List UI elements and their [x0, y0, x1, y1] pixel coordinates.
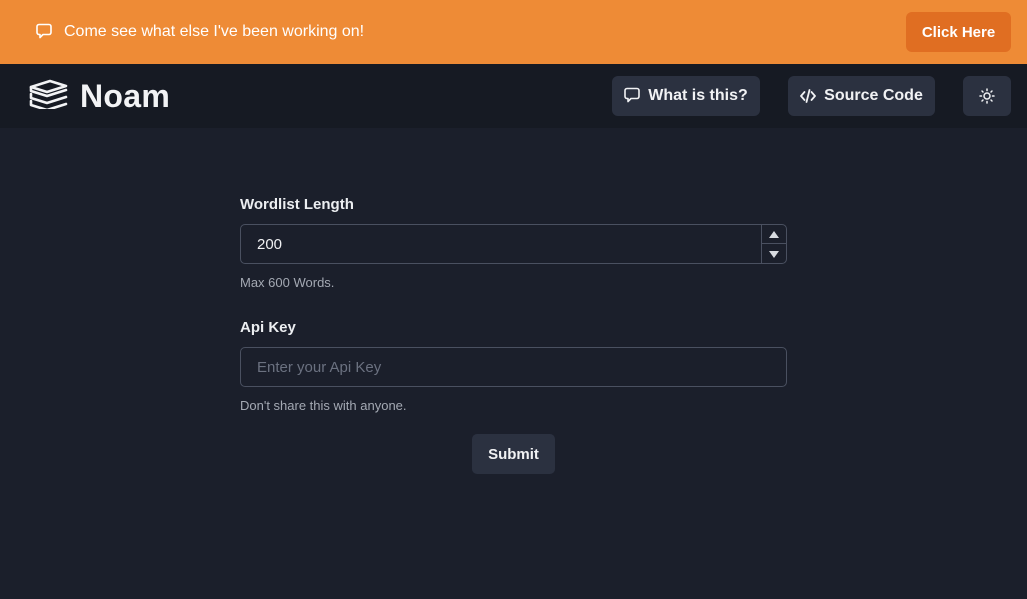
sun-icon [979, 88, 995, 104]
theme-toggle-button[interactable] [963, 76, 1011, 116]
increment-button[interactable] [762, 225, 786, 244]
triangle-down-icon [769, 245, 779, 263]
app-title: Noam [80, 77, 171, 114]
click-here-button[interactable]: Click Here [906, 12, 1011, 52]
wordlist-length-hint: Max 600 Words. [240, 275, 335, 290]
wordlist-length-value: 200 [257, 236, 283, 253]
code-icon [800, 89, 817, 103]
decrement-button[interactable] [762, 244, 786, 263]
books-icon [28, 79, 68, 114]
wordlist-length-label: Wordlist Length [240, 196, 354, 213]
what-is-this-label: What is this? [648, 87, 748, 104]
source-code-label: Source Code [824, 87, 923, 104]
banner-text: Come see what else I've been working on! [64, 23, 365, 40]
api-key-input[interactable] [241, 348, 786, 386]
banner-message: Come see what else I've been working on! [36, 22, 364, 42]
api-key-field [240, 347, 787, 387]
api-key-label: Api Key [240, 319, 296, 336]
number-stepper [761, 225, 786, 263]
chat-bubble-icon [624, 87, 641, 105]
announcement-banner: Come see what else I've been working on!… [0, 0, 1027, 64]
wordlist-length-input[interactable]: 200 [240, 224, 787, 264]
submit-button[interactable]: Submit [472, 434, 555, 474]
what-is-this-button[interactable]: What is this? [612, 76, 760, 116]
source-code-button[interactable]: Source Code [788, 76, 935, 116]
top-navbar: Noam What is this? Source Code [0, 64, 1027, 128]
triangle-up-icon [769, 225, 779, 243]
chat-bubble-icon [36, 23, 52, 41]
api-key-hint: Don't share this with anyone. [240, 398, 407, 413]
logo[interactable]: Noam [28, 78, 170, 114]
